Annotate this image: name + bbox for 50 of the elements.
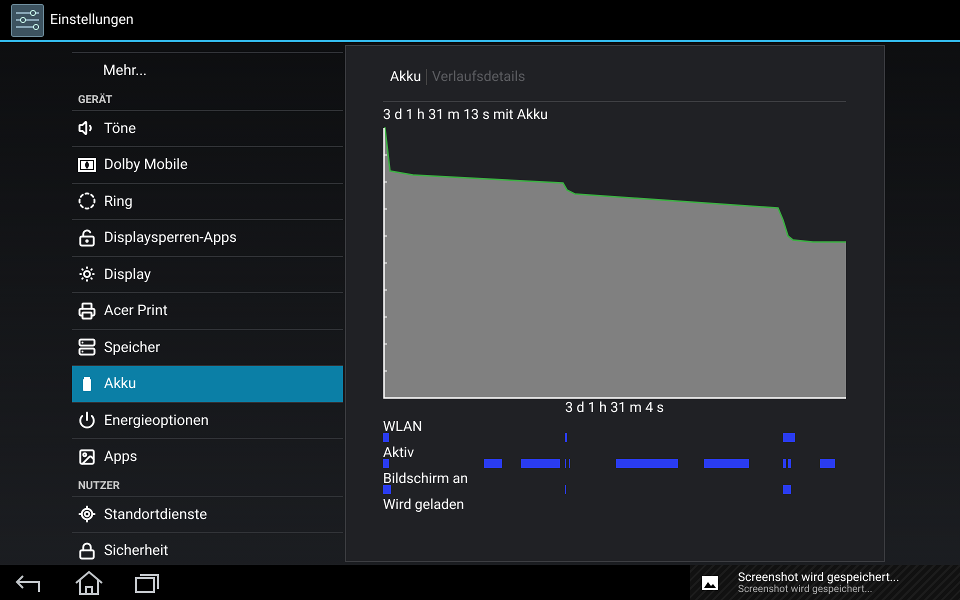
settings-item[interactable]: Töne xyxy=(72,110,343,146)
lock-icon xyxy=(78,228,96,247)
activity-label: Wird geladen xyxy=(383,497,464,513)
settings-item[interactable]: Ring xyxy=(72,182,343,219)
settings-item[interactable]: Dolby Mobile xyxy=(72,146,343,182)
activity-bar xyxy=(521,459,560,468)
activity-bar xyxy=(383,433,389,442)
power-icon xyxy=(78,411,96,430)
notification-text: Screenshot wird gespeichert... xyxy=(738,584,874,596)
dolby-icon xyxy=(78,158,96,172)
activity-bar xyxy=(783,433,795,442)
time-axis-label: 3 d 1 h 31 m 4 s xyxy=(564,400,665,416)
image-icon xyxy=(78,448,96,466)
home-button[interactable] xyxy=(74,570,104,596)
location-icon xyxy=(78,505,96,524)
notification-title: Screenshot wird gespeichert... xyxy=(738,570,900,584)
notification[interactable]: Screenshot wird gespeichert... Screenshot wird gespeichert... xyxy=(690,565,960,600)
settings-item[interactable]: Akku xyxy=(72,365,343,402)
activity-bar xyxy=(820,459,835,468)
settings-item[interactable]: Acer Print xyxy=(72,292,343,328)
settings-item[interactable]: Display xyxy=(72,256,343,292)
section-header: GERÄT xyxy=(77,92,114,108)
recent-apps-button[interactable] xyxy=(134,572,160,594)
settings-sliders-icon xyxy=(11,4,44,36)
storage-icon xyxy=(78,338,96,356)
activity-label: Aktiv xyxy=(383,445,414,461)
lock-icon xyxy=(78,542,96,560)
image-icon xyxy=(702,576,718,590)
activity-bar xyxy=(484,459,502,468)
activity-bar xyxy=(383,459,389,468)
settings-item[interactable]: Mehr... xyxy=(72,52,343,88)
battery-duration: 3 d 1 h 31 m 13 s mit Akku xyxy=(383,107,549,124)
tab[interactable]: Akku xyxy=(390,68,428,84)
brightness-icon xyxy=(78,265,96,284)
app-title: Einstellungen xyxy=(50,12,134,28)
activity-bar xyxy=(788,459,791,468)
activity-bar xyxy=(783,459,786,468)
settings-item[interactable]: Apps xyxy=(72,438,343,474)
activity-label: Bildschirm an xyxy=(383,471,468,487)
settings-item[interactable]: Displaysperren-Apps xyxy=(72,219,343,256)
activity-bar xyxy=(783,485,791,494)
settings-item[interactable]: Energieoptionen xyxy=(72,402,343,438)
printer-icon xyxy=(78,302,96,320)
activity-bar xyxy=(616,459,678,468)
activity-bar xyxy=(383,485,391,494)
settings-item[interactable]: Standortdienste xyxy=(72,496,343,532)
dotted-circle-icon xyxy=(78,192,96,210)
activity-label: WLAN xyxy=(383,419,422,435)
section-header: NUTZER xyxy=(77,478,121,494)
activity-bar xyxy=(704,459,749,468)
